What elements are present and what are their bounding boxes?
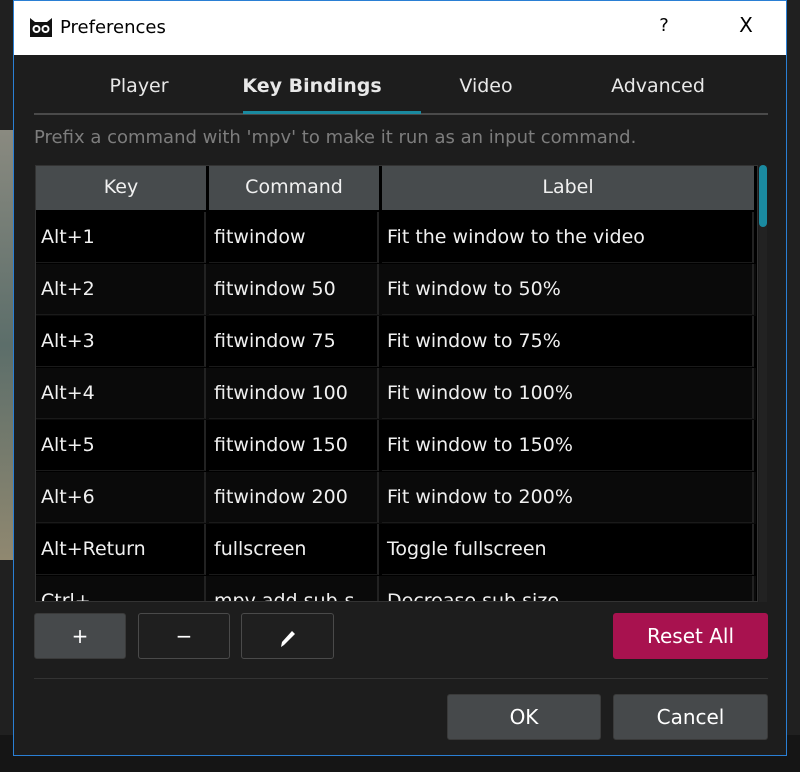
cell-command: fitwindow 75: [209, 316, 379, 367]
cancel-button[interactable]: Cancel: [613, 694, 768, 740]
table-row[interactable]: Alt+1 fitwindow Fit the window to the vide…: [36, 212, 756, 264]
divider: [34, 678, 768, 679]
preferences-dialog: Preferences ? X Player Key Bindings Vide…: [13, 0, 787, 756]
table-header: Key Command Label: [36, 166, 756, 218]
cell-label: Toggle fullscreen: [382, 524, 754, 575]
column-header-command[interactable]: Command: [209, 166, 379, 210]
edit-binding-button[interactable]: [241, 613, 334, 659]
tab-player[interactable]: Player: [109, 75, 168, 97]
cell-key: Alt+5: [36, 420, 206, 471]
ok-button[interactable]: OK: [447, 694, 601, 740]
close-button[interactable]: X: [734, 13, 758, 37]
cell-label: Decrease sub size: [382, 576, 754, 601]
background-video: [0, 130, 13, 560]
active-tab-indicator: [243, 111, 421, 114]
cell-key: Alt+1: [36, 212, 206, 263]
cell-key: Alt+4: [36, 368, 206, 419]
title-bar: Preferences ? X: [14, 1, 786, 55]
remove-binding-button[interactable]: −: [138, 613, 230, 659]
table-scrollbar[interactable]: [759, 165, 767, 602]
tab-key-bindings[interactable]: Key Bindings: [242, 75, 381, 97]
cell-key: Ctrl+-: [36, 576, 206, 601]
cell-key: Alt+3: [36, 316, 206, 367]
table-row[interactable]: Alt+6 fitwindow 200 Fit window to 200%: [36, 472, 756, 524]
cell-key: Alt+2: [36, 264, 206, 315]
key-bindings-table: Key Command Label Alt+1 fitwindow Fit the …: [35, 165, 758, 602]
cell-command: fitwindow 150: [209, 420, 379, 471]
tab-video[interactable]: Video: [459, 75, 512, 97]
table-row[interactable]: Alt+5 fitwindow 150 Fit window to 150%: [36, 420, 756, 472]
cell-label: Fit window to 150%: [382, 420, 754, 471]
cell-command: fitwindow 200: [209, 472, 379, 523]
cell-label: Fit window to 200%: [382, 472, 754, 523]
table-row[interactable]: Alt+3 fitwindow 75 Fit window to 75%: [36, 316, 756, 368]
tab-bar: Player Key Bindings Video Advanced: [34, 63, 768, 115]
window-title: Preferences: [60, 17, 166, 38]
cell-command: fullscreen: [209, 524, 379, 575]
table-row[interactable]: Alt+4 fitwindow 100 Fit window to 100%: [36, 368, 756, 420]
cell-label: Fit window to 50%: [382, 264, 754, 315]
add-binding-button[interactable]: +: [34, 613, 126, 659]
cell-command: fitwindow 100: [209, 368, 379, 419]
cell-key: Alt+6: [36, 472, 206, 523]
reset-all-button[interactable]: Reset All: [613, 613, 768, 659]
cell-label: Fit window to 100%: [382, 368, 754, 419]
column-header-label[interactable]: Label: [382, 166, 754, 210]
pencil-icon: [280, 630, 295, 647]
scrollbar-thumb[interactable]: [759, 165, 767, 227]
help-button[interactable]: ?: [654, 15, 674, 36]
table-row[interactable]: Alt+2 fitwindow 50 Fit window to 50%: [36, 264, 756, 316]
column-header-key[interactable]: Key: [36, 166, 206, 210]
cell-command: fitwindow: [209, 212, 379, 263]
app-logo-icon: [30, 18, 52, 37]
cell-label: Fit the window to the video: [382, 212, 754, 263]
cell-command: mpv add sub-s: [209, 576, 379, 601]
hint-text: Prefix a command with 'mpv' to make it r…: [34, 127, 637, 148]
tab-advanced[interactable]: Advanced: [611, 75, 705, 97]
cell-label: Fit window to 75%: [382, 316, 754, 367]
cell-key: Alt+Return: [36, 524, 206, 575]
table-row[interactable]: Alt+Return fullscreen Toggle fullscreen: [36, 524, 756, 576]
table-row[interactable]: Ctrl+- mpv add sub-s Decrease sub size: [36, 576, 756, 601]
cell-command: fitwindow 50: [209, 264, 379, 315]
